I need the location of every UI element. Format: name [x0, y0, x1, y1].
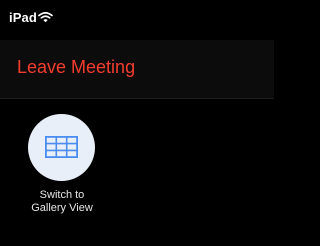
gallery-view-label-line1: Switch to	[39, 189, 85, 201]
switch-to-gallery-view-button[interactable]: Switch to Gallery View	[18, 108, 114, 228]
gallery-view-label-line2: Gallery View	[31, 202, 93, 214]
status-bar: iPad	[0, 0, 274, 40]
leave-meeting-button[interactable]: Leave Meeting	[17, 56, 135, 78]
gallery-view-label: Switch to Gallery View	[10, 189, 114, 215]
wifi-icon	[38, 12, 53, 23]
grid-icon	[45, 136, 78, 158]
device-label: iPad	[9, 10, 37, 25]
header-divider	[0, 98, 274, 99]
gallery-view-circle[interactable]	[28, 114, 95, 181]
